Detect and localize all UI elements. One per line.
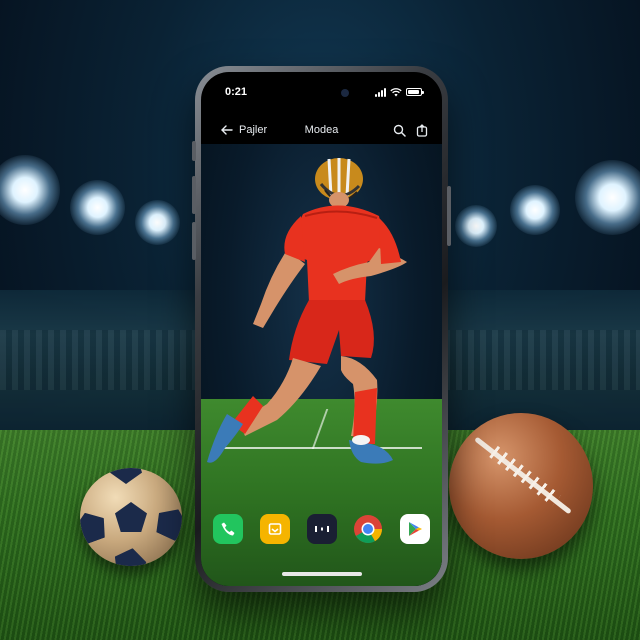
phone-app-icon[interactable] bbox=[213, 514, 243, 544]
stadium-light bbox=[135, 200, 180, 245]
share-icon[interactable] bbox=[416, 123, 428, 137]
chrome-app-icon[interactable] bbox=[353, 514, 383, 544]
play-store-app-icon[interactable] bbox=[400, 514, 430, 544]
app-dock bbox=[201, 514, 442, 548]
grid-icon bbox=[314, 526, 329, 532]
files-app-icon[interactable] bbox=[259, 514, 290, 544]
wifi-icon bbox=[390, 87, 402, 96]
stadium-light bbox=[70, 180, 125, 235]
signal-icon bbox=[375, 87, 386, 97]
battery-icon bbox=[406, 88, 424, 96]
status-icons bbox=[375, 87, 424, 97]
stadium-light bbox=[510, 185, 560, 235]
play-store-icon bbox=[409, 522, 422, 536]
stadium-light bbox=[575, 160, 640, 235]
app-title: Modea bbox=[304, 124, 339, 136]
status-time: 0:21 bbox=[225, 86, 248, 98]
phone-icon bbox=[221, 522, 235, 536]
american-football bbox=[449, 413, 593, 559]
back-button[interactable]: Pajler bbox=[221, 124, 267, 136]
soccer-ball bbox=[80, 468, 182, 566]
home-indicator[interactable] bbox=[281, 572, 362, 576]
phone-screen: 0:21 Pajler Modea bbox=[201, 72, 442, 586]
dynamic-island bbox=[286, 84, 357, 102]
chrome-icon bbox=[354, 515, 383, 543]
back-label: Pajler bbox=[239, 124, 268, 136]
search-icon[interactable] bbox=[393, 124, 406, 137]
app-header: Pajler Modea bbox=[201, 118, 442, 142]
launcher-app-icon[interactable] bbox=[306, 514, 337, 544]
smartphone: 0:21 Pajler Modea bbox=[192, 66, 451, 592]
stadium-light bbox=[455, 205, 497, 247]
back-arrow-icon bbox=[221, 125, 233, 135]
folder-icon bbox=[268, 523, 282, 535]
